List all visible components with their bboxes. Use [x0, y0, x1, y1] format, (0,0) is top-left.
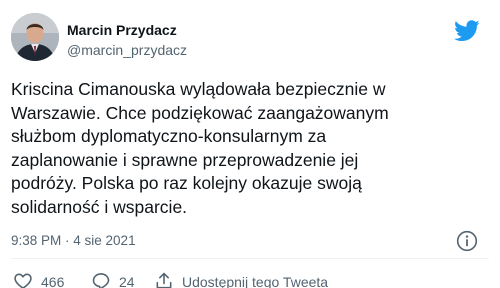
share-label: Udostępnij tego Tweeta	[182, 274, 329, 288]
avatar[interactable]	[11, 13, 59, 61]
author-names: Marcin Przydacz @marcin_przydacz	[67, 22, 187, 59]
like-button[interactable]: 466	[13, 271, 64, 288]
tweet-header: Marcin Przydacz @marcin_przydacz	[11, 12, 489, 68]
tweet-actions: 466 24 Udostępnij tego Tweeta	[11, 271, 489, 288]
share-button[interactable]: Udostępnij tego Tweeta	[154, 271, 328, 288]
info-icon[interactable]	[456, 230, 478, 252]
author-display-name[interactable]: Marcin Przydacz	[67, 22, 187, 39]
tweet-timestamp[interactable]: 9:38 PM · 4 sie 2021	[11, 233, 136, 249]
heart-icon	[14, 273, 32, 288]
twitter-bird-icon[interactable]	[454, 20, 480, 42]
divider	[11, 258, 489, 259]
author-handle[interactable]: @marcin_przydacz	[67, 41, 187, 59]
tweet-card: Marcin Przydacz @marcin_przydacz Kriscin…	[0, 0, 500, 288]
like-count: 466	[41, 274, 65, 288]
tweet-text: Kriscina Cimanouska wylądowała bezpieczn…	[11, 79, 389, 217]
reply-button[interactable]: 24	[91, 271, 135, 288]
avatar-photo	[11, 13, 59, 61]
share-icon	[156, 272, 172, 288]
reply-count: 24	[119, 274, 135, 288]
reply-bubble-icon	[92, 273, 110, 288]
